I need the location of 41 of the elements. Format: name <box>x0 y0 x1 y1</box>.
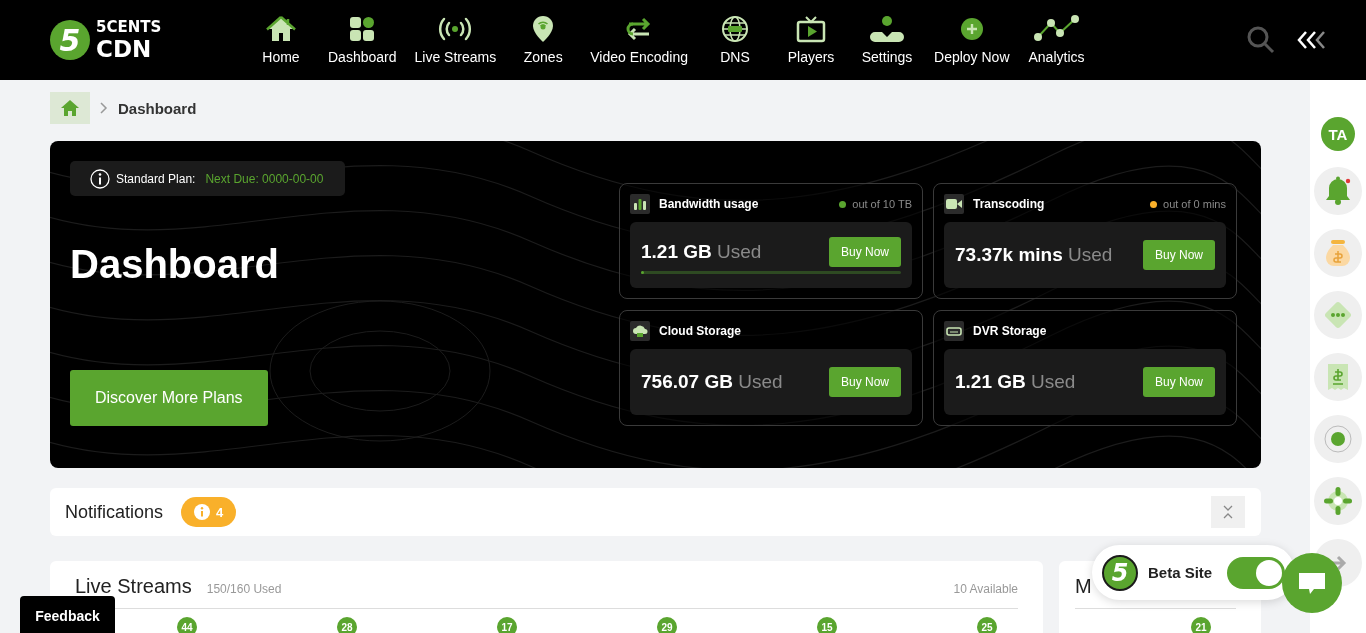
nav-item[interactable]: DNS <box>704 15 767 65</box>
metric-limit: out of 0 mins <box>1163 198 1226 210</box>
stream-count: 25 <box>977 617 997 633</box>
stream-count: 15 <box>817 617 837 633</box>
usage-value: 1.21 GB Used <box>955 371 1076 393</box>
metric-title: Bandwidth usage <box>659 197 759 211</box>
logo-badge: 5 <box>50 20 90 60</box>
metric-title: Transcoding <box>973 197 1045 211</box>
card-title: Live Streams <box>75 575 192 598</box>
page-title: Dashboard <box>70 242 279 287</box>
nav-item[interactable]: Settings <box>856 15 919 65</box>
plan-name: Standard Plan: <box>116 171 196 186</box>
nav-item[interactable]: Dashboard <box>326 15 399 65</box>
nav-item[interactable]: Video Encoding <box>588 15 691 65</box>
logo-badge: 5 <box>1102 554 1138 591</box>
logo-text: CDN <box>96 36 153 62</box>
next-due: Next Due: 0000-00-00 <box>205 171 324 186</box>
usage-count: 150/160 Used <box>206 582 282 596</box>
stream-count: 17 <box>497 617 517 633</box>
nav-item[interactable]: Zones <box>512 15 575 65</box>
notifications-title: Notifications <box>65 501 164 523</box>
usage-value: 756.07 GB Used <box>641 371 783 393</box>
metric-title: Cloud Storage <box>659 324 741 338</box>
stream-count: 44 <box>177 617 197 633</box>
nav-item[interactable]: Home <box>250 15 312 65</box>
nav-item[interactable]: Analytics <box>1025 15 1088 65</box>
nav-item[interactable]: Players <box>780 15 843 65</box>
beta-site-label: Beta Site <box>1148 564 1213 581</box>
breadcrumb-current: Dashboard <box>118 99 197 117</box>
card-title: M <box>1075 575 1092 598</box>
usage-value: 1.21 GB Used <box>641 240 762 263</box>
metric-limit: out of 10 TB <box>852 198 912 210</box>
metric-title: DVR Storage <box>973 324 1047 338</box>
stream-count: 29 <box>657 617 677 633</box>
available-count: 10 Available <box>953 582 1018 596</box>
nav-item[interactable]: Deploy Now <box>932 15 1012 65</box>
stream-count: 28 <box>337 617 357 633</box>
logo-text: 5CENTS <box>96 18 162 36</box>
stream-count: 21 <box>1191 617 1211 633</box>
nav-item[interactable]: Live Streams <box>412 15 499 65</box>
usage-value: 73.37k mins Used <box>955 244 1113 266</box>
